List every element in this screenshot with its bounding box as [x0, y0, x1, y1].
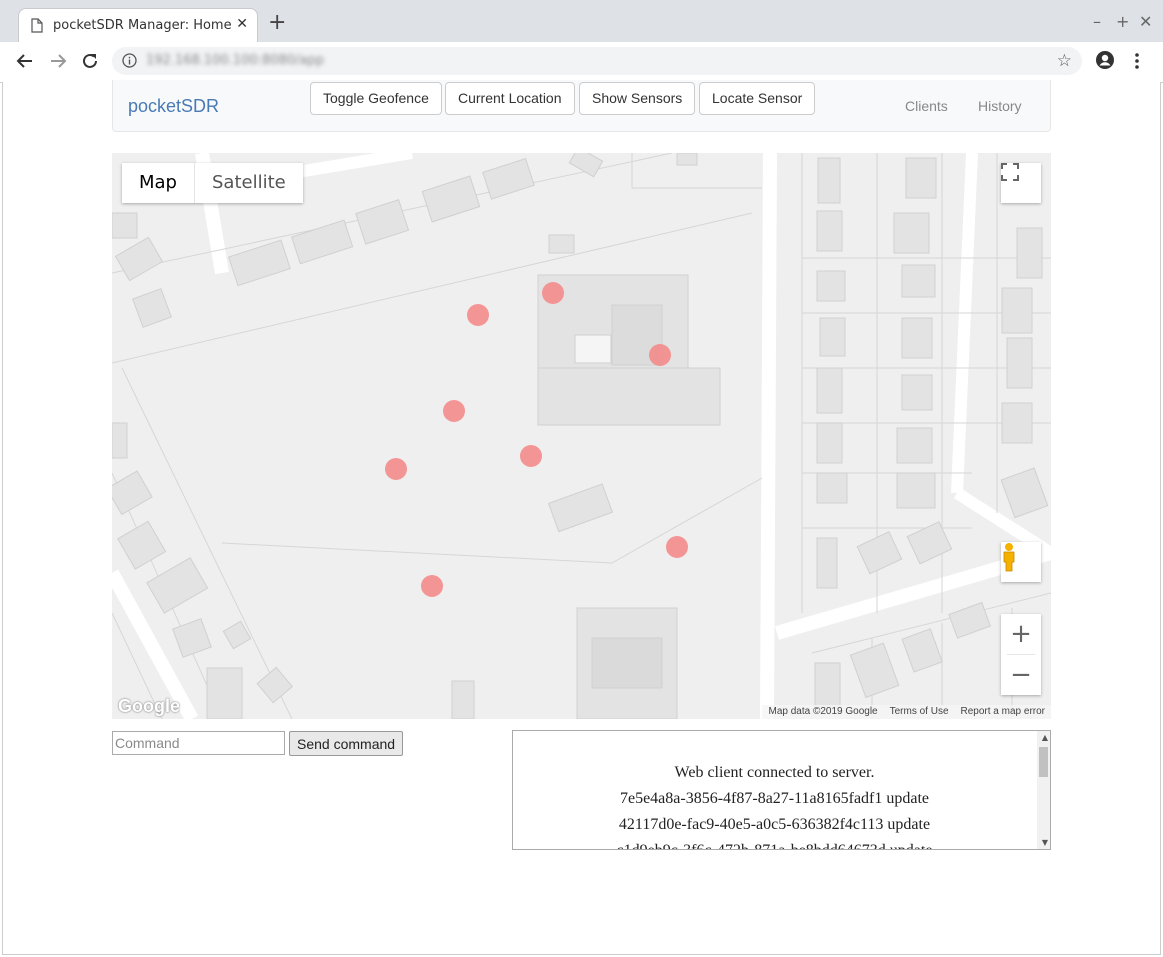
- brand-link[interactable]: pocketSDR: [128, 96, 219, 117]
- zoom-out-button[interactable]: −: [1001, 655, 1041, 695]
- sensor-marker[interactable]: [520, 445, 542, 467]
- sensor-marker[interactable]: [542, 282, 564, 304]
- page-icon: [31, 18, 43, 33]
- fullscreen-icon: [1001, 163, 1019, 181]
- reload-button[interactable]: [79, 50, 101, 72]
- log-scrollbar-thumb[interactable]: [1039, 747, 1048, 777]
- browser-toolbar: 192.168.100.100:8080/app ☆: [0, 42, 1163, 83]
- new-tab-button[interactable]: +: [268, 12, 286, 34]
- server-log[interactable]: Web client connected to server. 7e5e4a8a…: [512, 730, 1051, 850]
- forward-arrow-icon: [51, 54, 67, 68]
- map-type-control: Map Satellite: [122, 163, 303, 203]
- nav-link-history[interactable]: History: [978, 98, 1022, 114]
- map-data-text: Map data ©2019 Google: [768, 706, 878, 717]
- locate-sensor-button[interactable]: Locate Sensor: [699, 82, 816, 115]
- tab-title: pocketSDR Manager: Home: [53, 18, 232, 33]
- close-window-button[interactable]: ✕: [1139, 12, 1152, 31]
- back-button[interactable]: [14, 50, 36, 72]
- bookmark-star-icon[interactable]: ☆: [1057, 51, 1072, 71]
- reload-icon: [83, 53, 97, 68]
- log-line: 7e5e4a8a-3856-4f87-8a27-11a8165fadf1 upd…: [619, 790, 930, 807]
- show-sensors-button[interactable]: Show Sensors: [579, 82, 696, 115]
- fullscreen-button[interactable]: [1001, 163, 1041, 203]
- sensor-marker[interactable]: [421, 575, 443, 597]
- scroll-up-arrow-icon[interactable]: ▲: [1042, 733, 1048, 742]
- browser-chrome: pocketSDR Manager: Home ✕ + – + ✕ 192.16…: [0, 0, 1163, 83]
- forward-button[interactable]: [47, 50, 69, 72]
- back-arrow-icon: [16, 54, 32, 68]
- nav-link-clients[interactable]: Clients: [905, 98, 948, 114]
- sensor-marker[interactable]: [649, 344, 671, 366]
- command-input[interactable]: [112, 731, 285, 755]
- map-type-map-button[interactable]: Map: [122, 163, 195, 203]
- menu-icon[interactable]: [1133, 52, 1141, 70]
- minimize-button[interactable]: –: [1093, 12, 1101, 31]
- street-view-pegman-button[interactable]: [1001, 542, 1041, 582]
- browser-tab[interactable]: pocketSDR Manager: Home ✕: [18, 8, 258, 43]
- zoom-control: + −: [1001, 614, 1041, 695]
- log-line: c1d9eb9c-3f6c-472b-871a-be8bdd64673d upd…: [513, 838, 1036, 849]
- send-command-button[interactable]: Send command: [289, 731, 404, 756]
- log-line: Web client connected to server.: [674, 764, 875, 781]
- log-lines: Web client connected to server. 7e5e4a8a…: [513, 760, 1036, 849]
- sensor-marker[interactable]: [443, 400, 465, 422]
- tab-close-icon[interactable]: ✕: [236, 16, 248, 32]
- address-bar[interactable]: 192.168.100.100:8080/app ☆: [112, 47, 1082, 75]
- google-logo[interactable]: Google: [118, 696, 180, 717]
- map-type-satellite-button[interactable]: Satellite: [195, 163, 303, 203]
- report-map-error-link[interactable]: Report a map error: [961, 705, 1045, 719]
- sensor-markers: [385, 282, 688, 597]
- scroll-down-arrow-icon[interactable]: ▼: [1042, 838, 1048, 847]
- info-icon: [122, 53, 137, 68]
- sensor-marker[interactable]: [385, 458, 407, 480]
- zoom-in-button[interactable]: +: [1001, 614, 1041, 654]
- log-line: 42117d0e-fac9-40e5-a0c5-636382f4c113 upd…: [618, 816, 931, 833]
- map-attribution: Map data ©2019 Google Terms of Use Repor…: [762, 705, 1051, 719]
- current-location-button[interactable]: Current Location: [445, 82, 575, 115]
- pegman-icon: [1003, 543, 1015, 572]
- terms-of-use-link[interactable]: Terms of Use: [890, 705, 949, 719]
- navbar: pocketSDR Toggle Geofence Current Locati…: [112, 80, 1051, 132]
- sensor-marker[interactable]: [666, 536, 688, 558]
- url-text: 192.168.100.100:8080/app: [146, 53, 324, 68]
- toggle-geofence-button[interactable]: Toggle Geofence: [310, 82, 442, 115]
- sensor-marker[interactable]: [467, 304, 489, 326]
- account-icon[interactable]: [1095, 50, 1115, 70]
- maximize-button[interactable]: +: [1116, 12, 1129, 31]
- map-canvas[interactable]: Map Satellite + − Google Map data ©2019 …: [112, 153, 1051, 719]
